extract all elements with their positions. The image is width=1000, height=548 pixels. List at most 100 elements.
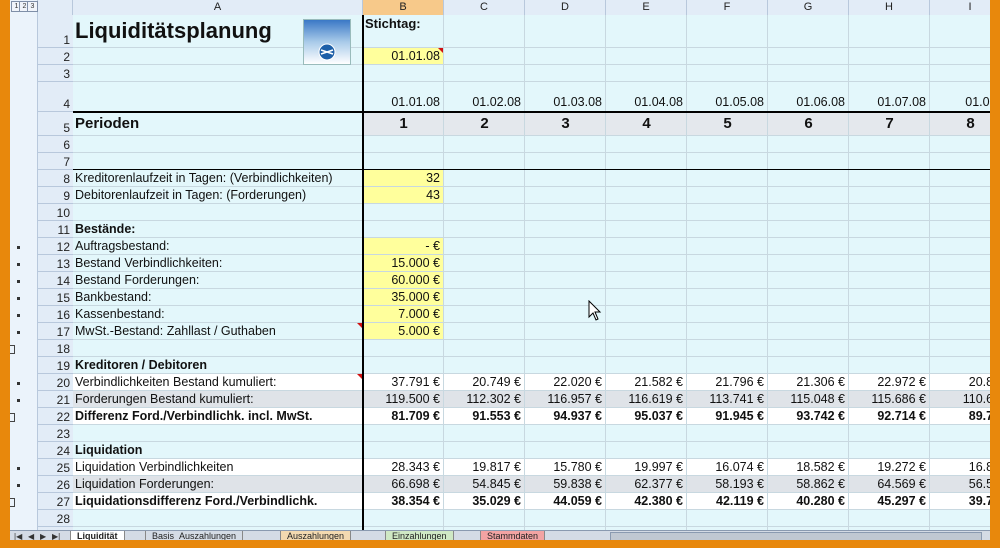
sheet-tab[interactable]: Auszahlungen bbox=[280, 531, 352, 540]
sheet-tab[interactable]: Einzahlungen bbox=[385, 531, 454, 540]
row-header[interactable]: 13 bbox=[38, 255, 73, 272]
bestand-value[interactable]: 35.000 € bbox=[363, 289, 444, 306]
kreditoren-value[interactable]: 21.796 € bbox=[687, 374, 768, 391]
period-number[interactable]: 8 bbox=[930, 112, 990, 136]
liquidation-value[interactable]: 28.343 € bbox=[363, 459, 444, 476]
liquidation-value[interactable]: 42.119 € bbox=[687, 493, 768, 510]
kreditoren-value[interactable]: 115.686 € bbox=[849, 391, 930, 408]
period-date[interactable]: 01.02.08 bbox=[444, 82, 525, 112]
row-header[interactable]: 4 bbox=[38, 82, 73, 112]
row-header[interactable]: 2 bbox=[38, 48, 73, 65]
row-header[interactable]: 12 bbox=[38, 238, 73, 255]
period-date[interactable]: 01.07.08 bbox=[849, 82, 930, 112]
period-date[interactable]: 01.01.08 bbox=[363, 82, 444, 112]
liquidation-value[interactable]: 58.862 € bbox=[768, 476, 849, 493]
column-header[interactable]: F bbox=[687, 0, 768, 15]
bestand-value[interactable]: 15.000 € bbox=[363, 255, 444, 272]
liquidation-value[interactable]: 38.354 € bbox=[363, 493, 444, 510]
column-header[interactable]: B bbox=[363, 0, 444, 15]
row-header[interactable]: 3 bbox=[38, 65, 73, 82]
row-header[interactable]: 22 bbox=[38, 408, 73, 425]
outline-collapse-icon[interactable] bbox=[10, 345, 15, 354]
comment-indicator-icon[interactable] bbox=[357, 323, 362, 328]
row-header[interactable]: 16 bbox=[38, 306, 73, 323]
stichtag-value[interactable]: 01.01.08 bbox=[363, 48, 444, 65]
row-header[interactable]: 26 bbox=[38, 476, 73, 493]
period-number[interactable]: 6 bbox=[768, 112, 849, 136]
last-sheet-icon[interactable]: ▶| bbox=[52, 532, 60, 540]
row-header[interactable]: 21 bbox=[38, 391, 73, 408]
row-header[interactable]: 1 bbox=[38, 15, 73, 48]
liquidation-value[interactable]: 59.838 € bbox=[525, 476, 606, 493]
kreditoren-value[interactable]: 81.709 € bbox=[363, 408, 444, 425]
column-header[interactable] bbox=[38, 0, 73, 15]
row-header[interactable]: 19 bbox=[38, 357, 73, 374]
comment-indicator-icon[interactable] bbox=[357, 374, 362, 379]
column-header[interactable]: G bbox=[768, 0, 849, 15]
parameter-value[interactable]: 32 bbox=[363, 170, 444, 187]
period-date[interactable]: 01.05.08 bbox=[687, 82, 768, 112]
first-sheet-icon[interactable]: |◀ bbox=[14, 532, 22, 540]
row-header[interactable]: 15 bbox=[38, 289, 73, 306]
liquidation-value[interactable]: 66.698 € bbox=[363, 476, 444, 493]
parameter-value[interactable]: 43 bbox=[363, 187, 444, 204]
kreditoren-value[interactable]: 95.037 € bbox=[606, 408, 687, 425]
sheet-grid[interactable]: Liquiditätsplanung Stichtag: 01.01.08 01.01… bbox=[73, 15, 990, 530]
row-header[interactable]: 11 bbox=[38, 221, 73, 238]
liquidation-value[interactable]: 40.280 € bbox=[768, 493, 849, 510]
kreditoren-value[interactable]: 94.937 € bbox=[525, 408, 606, 425]
column-header[interactable]: C bbox=[444, 0, 525, 15]
kreditoren-value[interactable]: 92.714 € bbox=[849, 408, 930, 425]
liquidation-value[interactable]: 56.595 bbox=[930, 476, 990, 493]
liquidation-value[interactable]: 19.817 € bbox=[444, 459, 525, 476]
period-date[interactable]: 01.08.0 bbox=[930, 82, 990, 112]
kreditoren-value[interactable]: 119.500 € bbox=[363, 391, 444, 408]
row-header[interactable]: 17 bbox=[38, 323, 73, 340]
kreditoren-value[interactable]: 20.868 bbox=[930, 374, 990, 391]
kreditoren-value[interactable]: 22.972 € bbox=[849, 374, 930, 391]
outline-level-3-button[interactable]: 3 bbox=[27, 1, 38, 12]
row-header[interactable]: 7 bbox=[38, 153, 73, 170]
liquidation-value[interactable]: 54.845 € bbox=[444, 476, 525, 493]
kreditoren-value[interactable]: 91.553 € bbox=[444, 408, 525, 425]
row-header[interactable]: 20 bbox=[38, 374, 73, 391]
kreditoren-value[interactable]: 37.791 € bbox=[363, 374, 444, 391]
row-header[interactable]: 10 bbox=[38, 204, 73, 221]
period-number[interactable]: 3 bbox=[525, 112, 606, 136]
row-header[interactable]: 5 bbox=[38, 112, 73, 136]
period-date[interactable]: 01.06.08 bbox=[768, 82, 849, 112]
row-header[interactable]: 9 bbox=[38, 187, 73, 204]
row-header[interactable]: 18 bbox=[38, 340, 73, 357]
liquidation-value[interactable]: 35.029 € bbox=[444, 493, 525, 510]
liquidation-value[interactable]: 18.582 € bbox=[768, 459, 849, 476]
row-header[interactable]: 27 bbox=[38, 493, 73, 510]
sheet-tab[interactable]: Basis_Auszahlungen bbox=[145, 531, 244, 540]
row-header[interactable]: 6 bbox=[38, 136, 73, 153]
kreditoren-value[interactable]: 116.619 € bbox=[606, 391, 687, 408]
period-number[interactable]: 7 bbox=[849, 112, 930, 136]
bestand-value[interactable]: 60.000 € bbox=[363, 272, 444, 289]
column-header[interactable]: D bbox=[525, 0, 606, 15]
liquidation-value[interactable]: 16.074 € bbox=[687, 459, 768, 476]
period-number[interactable]: 5 bbox=[687, 112, 768, 136]
row-header[interactable]: 25 bbox=[38, 459, 73, 476]
period-number[interactable]: 1 bbox=[363, 112, 444, 136]
liquidation-value[interactable]: 62.377 € bbox=[606, 476, 687, 493]
bestand-value[interactable]: 7.000 € bbox=[363, 306, 444, 323]
row-header[interactable]: 24 bbox=[38, 442, 73, 459]
period-number[interactable]: 4 bbox=[606, 112, 687, 136]
column-header[interactable]: E bbox=[606, 0, 687, 15]
row-header[interactable]: 28 bbox=[38, 510, 73, 527]
outline-collapse-icon[interactable] bbox=[10, 498, 15, 507]
kreditoren-value[interactable]: 110.617 bbox=[930, 391, 990, 408]
kreditoren-value[interactable]: 21.306 € bbox=[768, 374, 849, 391]
liquidation-value[interactable]: 58.193 € bbox=[687, 476, 768, 493]
liquidation-value[interactable]: 42.380 € bbox=[606, 493, 687, 510]
kreditoren-value[interactable]: 20.749 € bbox=[444, 374, 525, 391]
row-header[interactable]: 14 bbox=[38, 272, 73, 289]
sheet-tab[interactable]: Liquidität bbox=[70, 531, 125, 540]
outline-collapse-icon[interactable] bbox=[10, 413, 15, 422]
liquidation-value[interactable]: 16.890 bbox=[930, 459, 990, 476]
bestand-value[interactable]: - € bbox=[363, 238, 444, 255]
sheet-tab[interactable]: Stammdaten bbox=[480, 531, 546, 540]
